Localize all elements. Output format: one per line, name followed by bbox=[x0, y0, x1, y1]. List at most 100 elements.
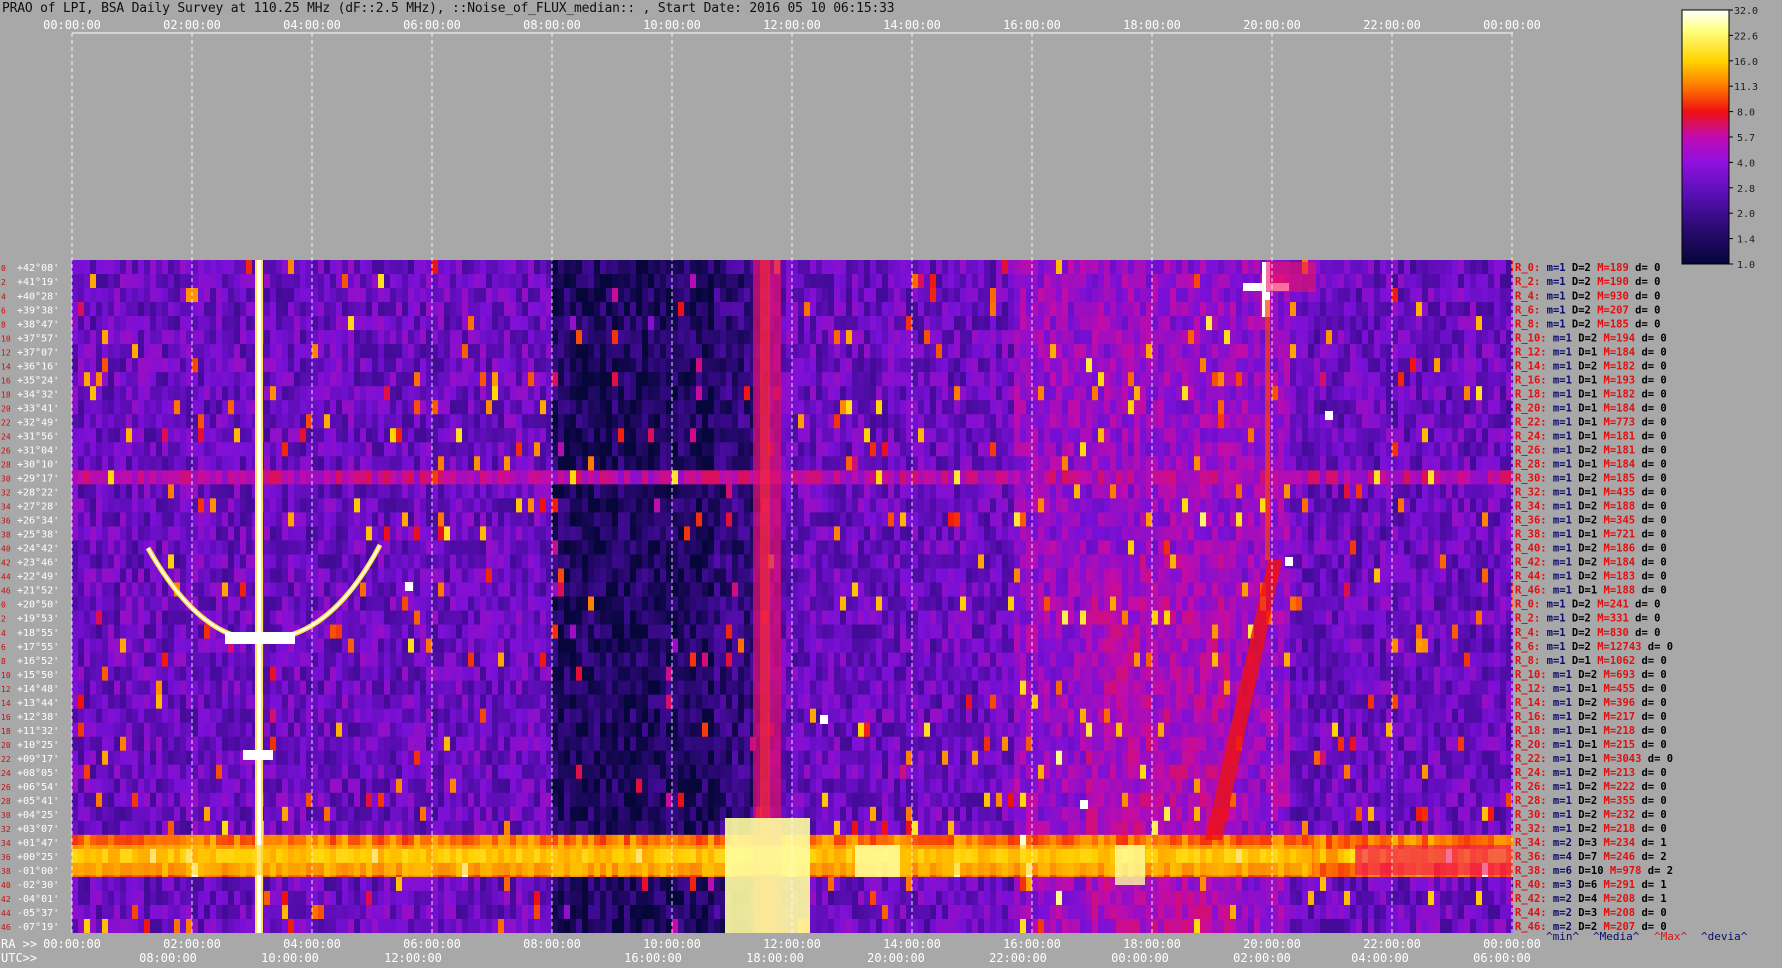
heatmap-cell bbox=[624, 400, 631, 415]
heatmap-cell bbox=[1218, 442, 1225, 457]
heatmap-cell bbox=[240, 484, 247, 499]
heatmap-cell bbox=[702, 540, 709, 556]
heatmap-cell bbox=[324, 302, 331, 317]
heatmap-cell bbox=[450, 316, 457, 331]
heatmap-cell bbox=[1440, 274, 1447, 289]
heatmap-cell bbox=[1368, 316, 1375, 331]
heatmap-cell bbox=[924, 386, 931, 401]
heatmap-cell bbox=[1470, 260, 1477, 275]
heatmap-cell bbox=[966, 288, 973, 303]
heatmap-cell bbox=[954, 358, 961, 373]
heatmap-cell bbox=[108, 512, 115, 527]
heatmap-cell bbox=[918, 274, 925, 289]
heatmap-cell bbox=[1308, 400, 1315, 415]
heatmap-cell bbox=[732, 330, 739, 345]
heatmap-cell bbox=[174, 456, 181, 471]
heatmap-cell bbox=[732, 274, 739, 289]
heatmap-cell bbox=[1446, 386, 1453, 401]
heatmap-cell bbox=[1494, 260, 1501, 275]
heatmap-cell bbox=[126, 288, 133, 303]
heatmap-cell bbox=[1476, 344, 1483, 359]
heatmap-cell bbox=[822, 358, 829, 373]
heatmap-cell bbox=[300, 526, 307, 542]
heatmap-cell bbox=[378, 526, 385, 542]
heatmap-cell bbox=[1008, 260, 1015, 275]
heatmap-cell bbox=[660, 470, 667, 485]
heatmap-cell bbox=[1056, 260, 1063, 275]
heatmap-cell bbox=[378, 316, 385, 331]
heatmap-cell bbox=[732, 442, 739, 457]
heatmap-cell bbox=[132, 470, 139, 485]
heatmap-cell bbox=[846, 484, 853, 499]
heatmap-cell bbox=[1236, 456, 1243, 471]
heatmap-cell bbox=[354, 330, 361, 345]
heatmap-cell bbox=[1158, 330, 1165, 345]
heatmap-cell bbox=[210, 540, 217, 556]
heatmap-cell bbox=[102, 316, 109, 331]
heatmap-cell bbox=[234, 526, 241, 542]
heatmap-cell bbox=[1020, 498, 1027, 513]
heatmap-cell bbox=[852, 498, 859, 513]
heatmap-cell bbox=[624, 274, 631, 289]
heatmap-cell bbox=[690, 484, 697, 499]
heatmap-cell bbox=[246, 428, 253, 443]
heatmap-cell bbox=[492, 302, 499, 317]
heatmap-cell bbox=[492, 372, 499, 387]
heatmap-cell bbox=[534, 344, 541, 359]
heatmap-cell bbox=[720, 428, 727, 443]
heatmap-cell bbox=[1194, 316, 1201, 331]
heatmap-cell bbox=[966, 442, 973, 457]
heatmap-cell bbox=[1194, 428, 1201, 443]
heatmap-cell bbox=[192, 442, 199, 457]
heatmap-cell bbox=[1068, 484, 1075, 499]
heatmap-cell bbox=[480, 498, 487, 513]
heatmap-cell bbox=[420, 526, 427, 542]
heatmap-cell bbox=[1128, 456, 1135, 471]
heatmap-cell bbox=[660, 414, 667, 429]
heatmap-cell bbox=[1086, 302, 1093, 317]
heatmap-cell bbox=[114, 470, 121, 485]
heatmap-cell bbox=[570, 512, 577, 527]
heatmap-cell bbox=[810, 316, 817, 331]
heatmap-cell bbox=[1110, 372, 1117, 387]
heatmap-cell bbox=[1470, 344, 1477, 359]
heatmap-cell bbox=[942, 288, 949, 303]
heatmap-cell bbox=[738, 358, 745, 373]
heatmap-cell bbox=[1110, 540, 1117, 556]
heatmap-cell bbox=[1488, 456, 1495, 471]
heatmap-cell bbox=[474, 484, 481, 499]
heatmap-cell bbox=[240, 526, 247, 542]
heatmap-cell bbox=[162, 526, 169, 542]
heatmap-cell bbox=[132, 302, 139, 317]
heatmap-cell bbox=[108, 400, 115, 415]
heatmap-cell bbox=[372, 428, 379, 443]
heatmap-cell bbox=[438, 540, 445, 556]
heatmap-cell bbox=[1116, 372, 1123, 387]
heatmap-cell bbox=[318, 428, 325, 443]
heatmap-cell bbox=[888, 442, 895, 457]
heatmap-cell bbox=[876, 484, 883, 499]
heatmap-cell bbox=[798, 512, 805, 527]
heatmap-cell bbox=[1236, 414, 1243, 429]
heatmap-cell bbox=[1410, 400, 1417, 415]
heatmap-cell bbox=[1500, 442, 1507, 457]
heatmap-cell bbox=[1380, 386, 1387, 401]
heatmap-cell bbox=[504, 260, 511, 275]
heatmap-cell bbox=[870, 372, 877, 387]
heatmap-cell bbox=[324, 498, 331, 513]
heatmap-cell bbox=[978, 484, 985, 499]
heatmap-cell bbox=[1020, 428, 1027, 443]
heatmap-cell bbox=[216, 400, 223, 415]
heatmap-cell bbox=[216, 470, 223, 485]
heatmap-cell bbox=[288, 526, 295, 542]
heatmap-cell bbox=[372, 414, 379, 429]
heatmap-cell bbox=[660, 442, 667, 457]
heatmap-cell bbox=[1164, 400, 1171, 415]
heatmap-cell bbox=[1404, 498, 1411, 513]
heatmap-cell bbox=[876, 512, 883, 527]
heatmap-cell bbox=[612, 316, 619, 331]
heatmap-cell bbox=[1452, 428, 1459, 443]
heatmap-cell bbox=[390, 442, 397, 457]
heatmap-cell bbox=[198, 302, 205, 317]
heatmap-cell bbox=[1476, 498, 1483, 513]
